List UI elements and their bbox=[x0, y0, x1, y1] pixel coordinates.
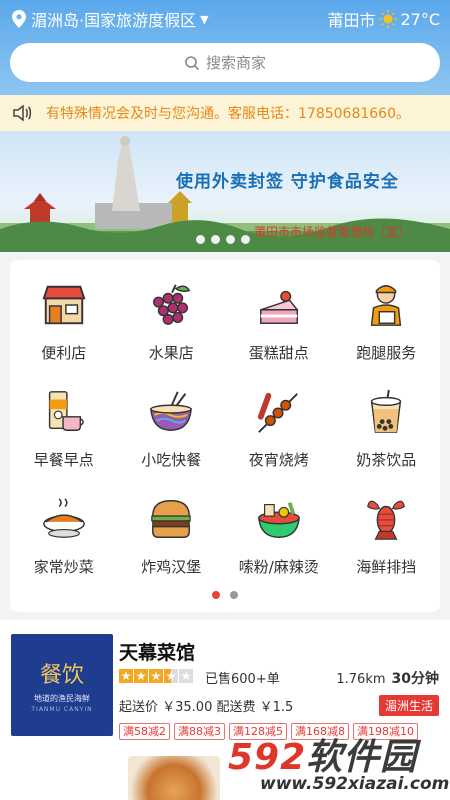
shop-logo: 餐饮 地道的渔民海鲜 TIANMU CANYIN bbox=[11, 634, 113, 736]
category-burger[interactable]: 炸鸡汉堡 bbox=[118, 494, 226, 577]
watermark: 592软件园 www.592xiazai.com bbox=[222, 728, 450, 800]
category-errand[interactable]: 跑腿服务 bbox=[333, 280, 441, 363]
sun-icon bbox=[379, 10, 398, 28]
lobster-icon bbox=[361, 494, 411, 544]
category-label: 夜宵烧烤 bbox=[248, 451, 309, 469]
banner-dot[interactable] bbox=[226, 235, 235, 244]
category-breakfast[interactable]: 早餐早点 bbox=[10, 387, 118, 470]
shop-logo-text: 餐饮 bbox=[39, 663, 84, 688]
star-icon: ★ bbox=[134, 669, 148, 683]
shop-name: 天幕菜馆 bbox=[119, 642, 196, 664]
cake-icon bbox=[254, 280, 304, 330]
category-bbq[interactable]: 夜宵烧烤 bbox=[225, 387, 333, 470]
category-label: 海鲜排挡 bbox=[356, 558, 417, 576]
star-icon: ★ bbox=[119, 669, 133, 683]
speaker-icon bbox=[13, 104, 32, 122]
shop-sold: 已售600+单 bbox=[205, 672, 280, 687]
category-label: 炸鸡汉堡 bbox=[141, 558, 202, 576]
category-label: 奶茶饮品 bbox=[356, 451, 417, 469]
location-pin-icon bbox=[12, 10, 26, 28]
location-label: 湄洲岛·国家旅游度假区 bbox=[31, 11, 197, 30]
temperature: 27°C bbox=[400, 9, 440, 29]
watermark-number: 592 bbox=[228, 737, 307, 778]
shop-price-line: 起送价 ￥35.00 配送费 ￥1.5 bbox=[119, 700, 294, 715]
category-cake[interactable]: 蛋糕甜点 bbox=[225, 280, 333, 363]
grapes-icon bbox=[146, 280, 196, 330]
chevron-down-icon: ▼ bbox=[200, 12, 209, 26]
burger-icon bbox=[146, 494, 196, 544]
category-home-cooking[interactable]: 家常炒菜 bbox=[10, 494, 118, 577]
watermark-brand: 592软件园 bbox=[228, 728, 417, 780]
shop-logo-en: TIANMU CANYIN bbox=[31, 706, 93, 713]
city-label: 莆田市 bbox=[327, 11, 376, 30]
category-label: 小吃快餐 bbox=[141, 451, 202, 469]
category-seafood[interactable]: 海鲜排挡 bbox=[333, 494, 441, 577]
shop-distance: 1.76km bbox=[336, 672, 386, 687]
promo-tag: 满88减3 bbox=[174, 723, 225, 740]
shop-area-tag: 湄洲生活 bbox=[378, 695, 439, 716]
bubble-tea-icon bbox=[361, 387, 411, 437]
banner-slogan: 使用外卖封签 守护食品安全 bbox=[176, 172, 399, 192]
empty-star-icon: ★ bbox=[179, 669, 193, 683]
category-label: 便利店 bbox=[41, 344, 87, 362]
tea-cup-icon bbox=[39, 387, 89, 437]
category-label: 早餐早点 bbox=[33, 451, 94, 469]
category-pager bbox=[10, 591, 440, 599]
banner-org: 莆田市市场监督管理局（宣） bbox=[254, 225, 411, 239]
category-label: 家常炒菜 bbox=[33, 558, 94, 576]
watermark-url: www.592xiazai.com bbox=[260, 774, 450, 794]
search-icon bbox=[185, 55, 200, 70]
shop-distance-time: 1.76km 30分钟 bbox=[336, 668, 439, 688]
banner-dot[interactable] bbox=[241, 235, 250, 244]
city-weather[interactable]: 莆田市 27°C bbox=[327, 7, 440, 31]
half-star-icon: ★ bbox=[164, 669, 178, 683]
shop-rating: ★ ★ ★ ★ ★ bbox=[119, 669, 193, 683]
hotpot-icon bbox=[254, 494, 304, 544]
banner-pager bbox=[196, 235, 250, 244]
location-selector[interactable]: 湄洲岛·国家旅游度假区 ▼ bbox=[12, 7, 209, 31]
category-grid: 便利店 水果店 蛋糕甜点 跑腿服务 早餐早点 小吃快餐 夜宵烧烤 奶茶饮品 家常… bbox=[10, 280, 440, 577]
category-panel: 便利店 水果店 蛋糕甜点 跑腿服务 早餐早点 小吃快餐 夜宵烧烤 奶茶饮品 家常… bbox=[10, 260, 440, 612]
promo-tag: 满58减2 bbox=[119, 723, 170, 740]
watermark-text: 软件园 bbox=[306, 737, 418, 778]
courier-icon bbox=[361, 280, 411, 330]
dish-photo[interactable] bbox=[128, 756, 220, 800]
star-icon: ★ bbox=[149, 669, 163, 683]
category-convenience-store[interactable]: 便利店 bbox=[10, 280, 118, 363]
bowl-icon bbox=[146, 387, 196, 437]
category-snack[interactable]: 小吃快餐 bbox=[118, 387, 226, 470]
category-milk-tea[interactable]: 奶茶饮品 bbox=[333, 387, 441, 470]
header: 湄洲岛·国家旅游度假区 ▼ 莆田市 27°C 搜索商家 bbox=[0, 0, 450, 95]
search-input[interactable]: 搜索商家 bbox=[10, 43, 440, 82]
category-fruit[interactable]: 水果店 bbox=[118, 280, 226, 363]
category-label: 跑腿服务 bbox=[356, 344, 417, 362]
shop-logo-sub: 地道的渔民海鲜 bbox=[34, 694, 90, 703]
notice-text: 有特殊情况会及时与您沟通。客服电话：17850681660。 bbox=[46, 106, 410, 122]
category-label: 蛋糕甜点 bbox=[248, 344, 309, 362]
search-placeholder: 搜索商家 bbox=[205, 54, 266, 72]
notice-bar: 有特殊情况会及时与您沟通。客服电话：17850681660。 bbox=[0, 95, 450, 131]
category-label: 嗦粉/麻辣烫 bbox=[238, 558, 319, 576]
store-icon bbox=[39, 280, 89, 330]
category-page-dot[interactable] bbox=[230, 591, 238, 599]
shop-time: 30分钟 bbox=[391, 671, 439, 687]
banner-dot[interactable] bbox=[196, 235, 205, 244]
banner-dot[interactable] bbox=[211, 235, 220, 244]
category-page-dot-active[interactable] bbox=[212, 591, 220, 599]
promo-banner[interactable]: 使用外卖封签 守护食品安全 莆田市市场监督管理局（宣） bbox=[0, 131, 450, 252]
skewer-icon bbox=[254, 387, 304, 437]
category-noodles-hotpot[interactable]: 嗦粉/麻辣烫 bbox=[225, 494, 333, 577]
category-label: 水果店 bbox=[148, 344, 194, 362]
dish-icon bbox=[39, 494, 89, 544]
